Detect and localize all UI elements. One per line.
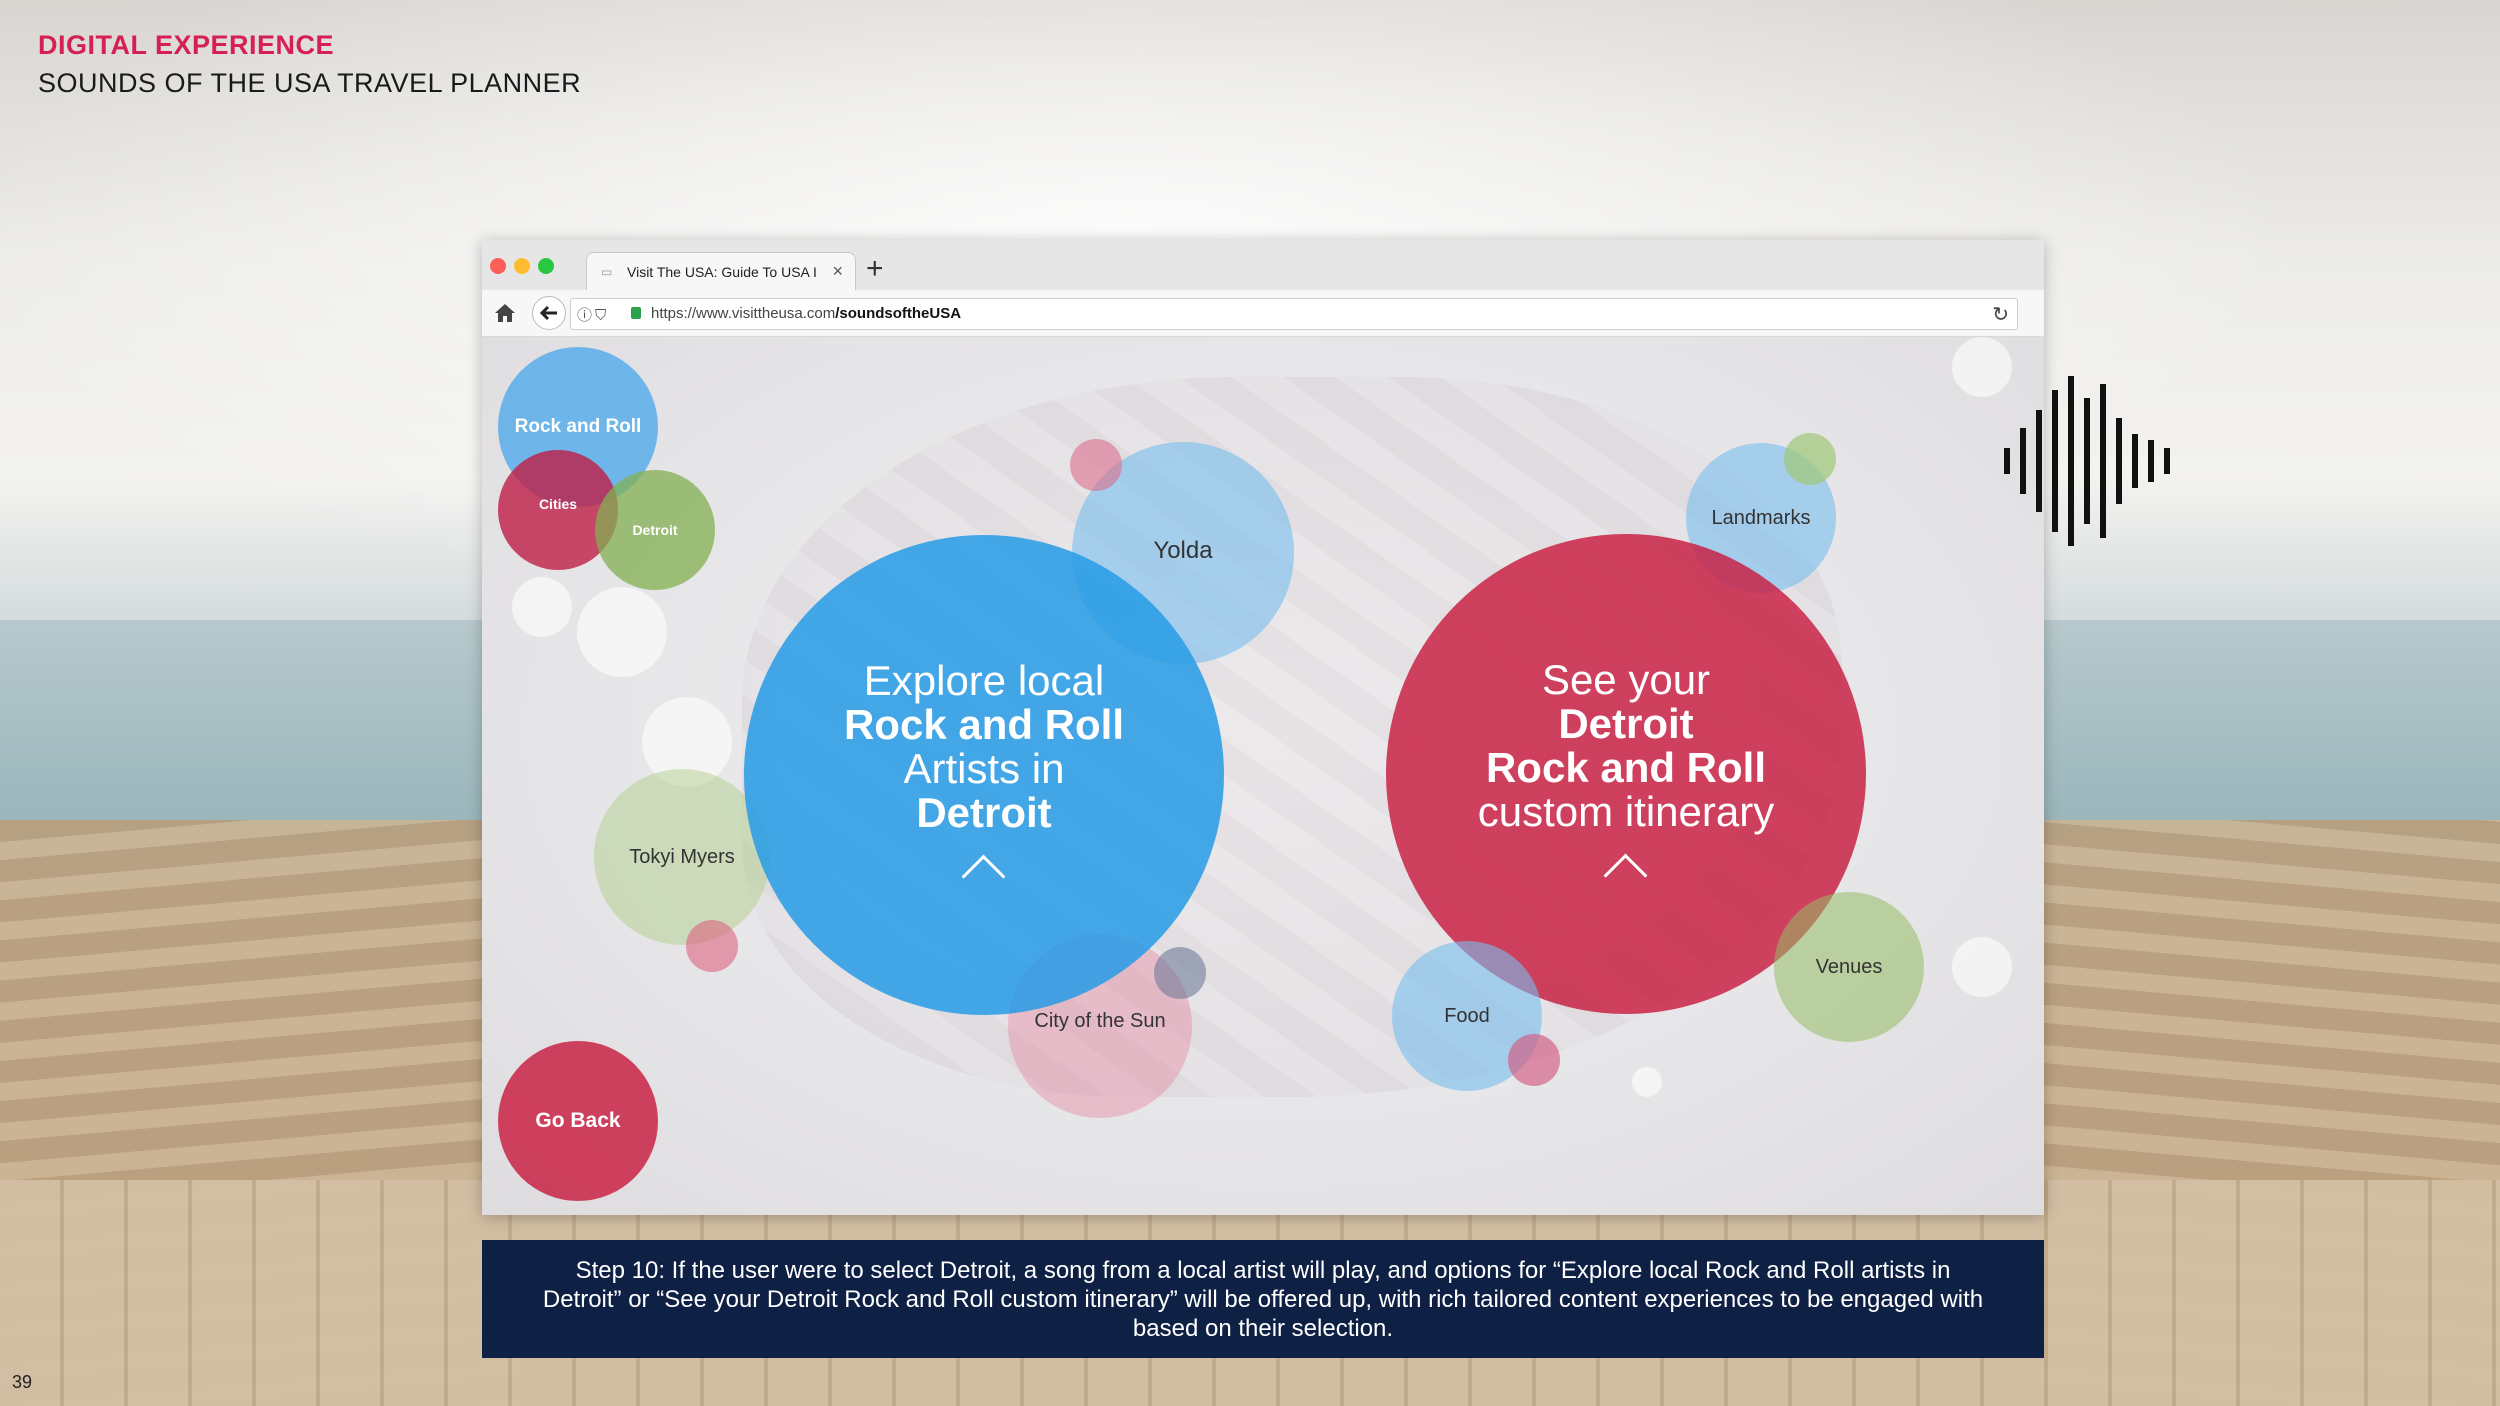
explore-line-4: Detroit	[916, 788, 1052, 836]
bokeh-light	[512, 577, 572, 637]
explore-line-3: Artists in	[903, 744, 1065, 792]
browser-navbar: ⓘ⛉ https://www.visittheusa.com/soundsoft…	[482, 290, 2044, 337]
web-content: Rock and Roll Cities Detroit Yolda Tokyi…	[482, 337, 2044, 1215]
artist-yolda-label: Yolda	[1153, 537, 1213, 564]
go-back-label: Go Back	[535, 1109, 621, 1132]
decorative-dot	[1154, 947, 1206, 999]
filter-cities-label: Cities	[538, 496, 578, 512]
close-window-button[interactable]	[490, 258, 506, 274]
maximize-window-button[interactable]	[538, 258, 554, 274]
go-back-button[interactable]: Go Back	[498, 1041, 658, 1201]
minimize-window-button[interactable]	[514, 258, 530, 274]
artist-city-of-the-sun-label: City of the Sun	[1034, 1009, 1166, 1032]
decorative-dot	[1508, 1034, 1560, 1086]
home-icon[interactable]	[492, 300, 518, 326]
browser-titlebar: ▭ Visit The USA: Guide To USA I × +	[482, 240, 2044, 291]
new-tab-button[interactable]: +	[866, 254, 884, 284]
page-number: 39	[12, 1372, 33, 1392]
decorative-dot	[1070, 439, 1122, 491]
category-venues-label: Venues	[1815, 955, 1883, 978]
lock-icon	[631, 307, 641, 319]
filter-detroit-bubble[interactable]: Detroit	[595, 470, 715, 590]
decorative-dot	[686, 920, 738, 972]
decorative-dot	[1784, 433, 1836, 485]
explore-line-1: Explore local	[863, 656, 1105, 704]
filter-detroit-label: Detroit	[632, 522, 678, 538]
browser-window: ▭ Visit The USA: Guide To USA I × + ⓘ⛉ h…	[482, 240, 2044, 1215]
explore-artists-text: Explore local Rock and Roll Artists in D…	[843, 656, 1125, 898]
artist-tokyi-myers-label: Tokyi Myers	[629, 845, 735, 868]
explore-line-2: Rock and Roll	[843, 700, 1125, 748]
category-food-label: Food	[1444, 1004, 1490, 1027]
itinerary-line-2: Detroit	[1558, 699, 1694, 747]
itinerary-line-4: custom itinerary	[1477, 787, 1775, 835]
reload-icon[interactable]: ↻	[1992, 302, 2009, 327]
chevron-up-icon	[962, 854, 1006, 898]
itinerary-line-1: See your	[1541, 655, 1711, 703]
tab-favicon-icon: ▭	[601, 265, 613, 279]
step-caption: Step 10: If the user were to select Detr…	[482, 1240, 2044, 1358]
explore-artists-button[interactable]: Explore local Rock and Roll Artists in D…	[744, 535, 1224, 1015]
site-info-icons[interactable]: ⓘ⛉	[577, 304, 609, 325]
sound-wave-icon	[2004, 376, 2170, 546]
url-text: https://www.visittheusa.com/soundsoftheU…	[651, 305, 962, 322]
bokeh-light	[1632, 1067, 1662, 1097]
bokeh-light	[577, 587, 667, 677]
browser-tab[interactable]: ▭ Visit The USA: Guide To USA I ×	[586, 252, 856, 291]
section-eyebrow: DIGITAL EXPERIENCE	[38, 30, 335, 60]
itinerary-line-3: Rock and Roll	[1485, 743, 1767, 791]
page-title: SOUNDS OF THE USA TRAVEL PLANNER	[38, 68, 582, 98]
itinerary-text: See your Detroit Rock and Roll custom it…	[1477, 655, 1775, 897]
chevron-up-icon	[1604, 853, 1648, 897]
back-arrow-icon	[539, 305, 557, 321]
bokeh-light	[1952, 937, 2012, 997]
tab-close-icon[interactable]: ×	[832, 261, 843, 282]
category-venues-bubble[interactable]: Venues	[1774, 892, 1924, 1042]
address-bar[interactable]: ⓘ⛉ https://www.visittheusa.com/soundsoft…	[570, 298, 2018, 330]
category-landmarks-label: Landmarks	[1711, 506, 1811, 529]
artist-tokyi-myers-bubble[interactable]: Tokyi Myers	[594, 769, 770, 945]
tab-title: Visit The USA: Guide To USA I	[627, 264, 817, 280]
back-button[interactable]	[532, 296, 566, 330]
filter-rock-and-roll-label: Rock and Roll	[514, 416, 642, 437]
